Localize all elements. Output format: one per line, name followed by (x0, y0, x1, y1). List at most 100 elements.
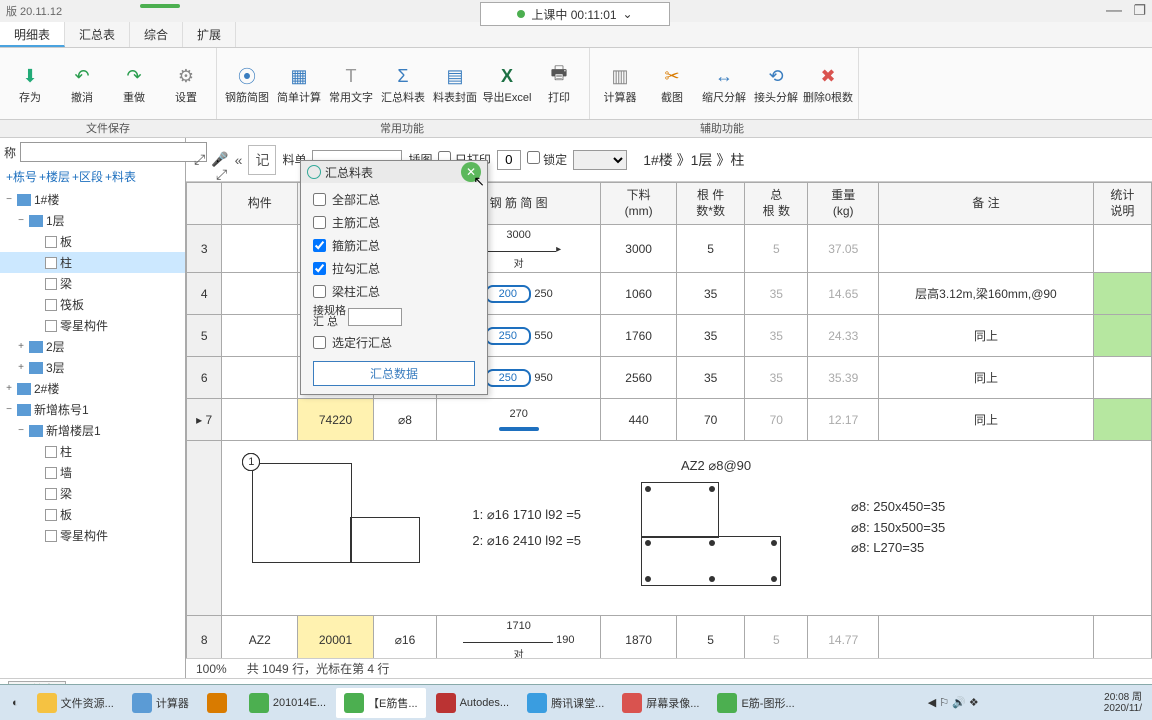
cell[interactable]: 70 (745, 399, 808, 441)
popup-option[interactable]: 全部汇总 (313, 191, 475, 208)
cell[interactable]: 5 (745, 616, 808, 659)
popup-option[interactable]: 主筋汇总 (313, 214, 475, 231)
col-header[interactable]: 重量(kg) (808, 183, 879, 225)
tree-item[interactable]: 零星构件 (0, 525, 185, 546)
cell[interactable] (222, 357, 298, 399)
popup-option[interactable]: 拉勾汇总 (313, 260, 475, 277)
row-num[interactable]: ▸ 7 (187, 399, 222, 441)
popup-close-button[interactable]: ✕↖ (461, 162, 481, 182)
col-header[interactable]: 根 件数*数 (677, 183, 745, 225)
cell[interactable] (1093, 399, 1151, 441)
cell[interactable]: 37.05 (808, 225, 879, 273)
save-button[interactable]: ⬇存为 (4, 50, 56, 117)
window-button[interactable]: ❐ (1133, 2, 1146, 19)
row-num[interactable]: 6 (187, 357, 222, 399)
cell[interactable] (879, 616, 1094, 659)
cell[interactable]: 12.17 (808, 399, 879, 441)
cell[interactable]: 74220 (298, 399, 374, 441)
taskbar-item[interactable]: 201014E... (241, 688, 334, 718)
collapse-left-icon[interactable]: « (235, 152, 243, 168)
delete-zero-button[interactable]: ✖删除0根数 (802, 50, 854, 117)
col-header[interactable]: 备 注 (879, 183, 1094, 225)
settings-button[interactable]: ⚙设置 (160, 50, 212, 117)
taskbar-item[interactable]: Autodes... (428, 688, 518, 718)
tree-item[interactable]: −新增楼层1 (0, 420, 185, 441)
tab-3[interactable]: 扩展 (183, 22, 236, 47)
sidebar-tag[interactable]: +栋号 (6, 170, 37, 184)
cell[interactable] (1093, 273, 1151, 315)
tree-item[interactable]: +3层 (0, 357, 185, 378)
cell[interactable]: 同上 (879, 315, 1094, 357)
print-button[interactable]: 🖶打印 (533, 50, 585, 117)
sidebar-tag[interactable]: +楼层 (39, 170, 70, 184)
tree-item[interactable]: 柱 (0, 252, 185, 273)
col-header[interactable]: 构件 (222, 183, 298, 225)
row-num[interactable]: 4 (187, 273, 222, 315)
cell[interactable]: 14.65 (808, 273, 879, 315)
tree-item[interactable]: +2层 (0, 336, 185, 357)
cell[interactable]: 5 (677, 225, 745, 273)
tree-item[interactable]: 筏板 (0, 294, 185, 315)
taskbar-clock[interactable]: 20:08 周2020/11/ (1104, 692, 1148, 714)
simple-calc-button[interactable]: ▦简单计算 (273, 50, 325, 117)
tree-item[interactable]: +2#楼 (0, 378, 185, 399)
cell[interactable]: 同上 (879, 399, 1094, 441)
row-num[interactable]: 3 (187, 225, 222, 273)
taskbar-item[interactable]: 计算器 (124, 688, 197, 718)
rebar-shape-cell[interactable]: 270 (437, 399, 601, 441)
lock-check[interactable]: 锁定 (527, 151, 567, 168)
cell[interactable]: 35 (745, 273, 808, 315)
tree-item[interactable]: −1#楼 (0, 189, 185, 210)
class-status-badge[interactable]: 上课中 00:11:01 ⌄ (480, 2, 670, 26)
cell[interactable]: 1870 (601, 616, 677, 659)
screenshot-button[interactable]: ✂截图 (646, 50, 698, 117)
redo-button[interactable]: ↷重做 (108, 50, 160, 117)
popup-option[interactable]: 箍筋汇总 (313, 237, 475, 254)
cell[interactable] (222, 273, 298, 315)
minimize-button[interactable]: — (1106, 2, 1122, 20)
taskbar-item[interactable]: 屏幕录像... (614, 688, 707, 718)
taskbar-item[interactable]: 腾讯课堂... (519, 688, 612, 718)
cell[interactable]: 35.39 (808, 357, 879, 399)
cell[interactable]: ⌀8 (373, 399, 436, 441)
table-cover-button[interactable]: ▤料表封面 (429, 50, 481, 117)
cell[interactable]: 5 (677, 616, 745, 659)
tree-item[interactable]: 梁 (0, 483, 185, 504)
tree-item[interactable]: −新增栋号1 (0, 399, 185, 420)
cell[interactable]: 35 (677, 315, 745, 357)
rebar-shape-cell[interactable]: 1710 190对 (437, 616, 601, 659)
cell[interactable] (879, 225, 1094, 273)
spec-input[interactable] (348, 308, 402, 326)
row-num[interactable]: 8 (187, 616, 222, 659)
cell[interactable]: 20001 (298, 616, 374, 659)
cell[interactable]: 1060 (601, 273, 677, 315)
undo-button[interactable]: ↶撤消 (56, 50, 108, 117)
popup-option[interactable]: 梁柱汇总 (313, 283, 475, 300)
taskbar-item[interactable]: 文件资源... (29, 688, 122, 718)
taskbar-item[interactable] (199, 688, 239, 718)
cell[interactable] (222, 315, 298, 357)
tree-item[interactable]: −1层 (0, 210, 185, 231)
system-tray[interactable]: ◀ ⚐ 🔊 ❖ (928, 696, 979, 709)
cell[interactable] (1093, 225, 1151, 273)
only-print-value[interactable] (497, 150, 521, 170)
popup-option[interactable]: 选定行汇总 (313, 334, 475, 351)
calculator-button[interactable]: ▥计算器 (594, 50, 646, 117)
cell[interactable]: 35 (677, 273, 745, 315)
common-text-button[interactable]: T常用文字 (325, 50, 377, 117)
start-button[interactable]: ◐ (4, 688, 27, 718)
row-num[interactable]: 5 (187, 315, 222, 357)
cell[interactable]: 1760 (601, 315, 677, 357)
cell[interactable]: 70 (677, 399, 745, 441)
sidebar-tag[interactable]: +料表 (105, 170, 136, 184)
rebar-diagram-button[interactable]: ⦿钢筋简图 (221, 50, 273, 117)
expand-down-icon[interactable]: ⤢ (216, 166, 227, 183)
tab-0[interactable]: 明细表 (0, 22, 65, 47)
summary-action-button[interactable]: 汇总数据 (313, 361, 475, 386)
cell[interactable]: 35 (745, 357, 808, 399)
tree-item[interactable]: 板 (0, 504, 185, 525)
cell[interactable] (222, 225, 298, 273)
cell[interactable] (222, 399, 298, 441)
taskbar-item[interactable]: 【E筋售... (336, 688, 426, 718)
cell[interactable] (1093, 357, 1151, 399)
